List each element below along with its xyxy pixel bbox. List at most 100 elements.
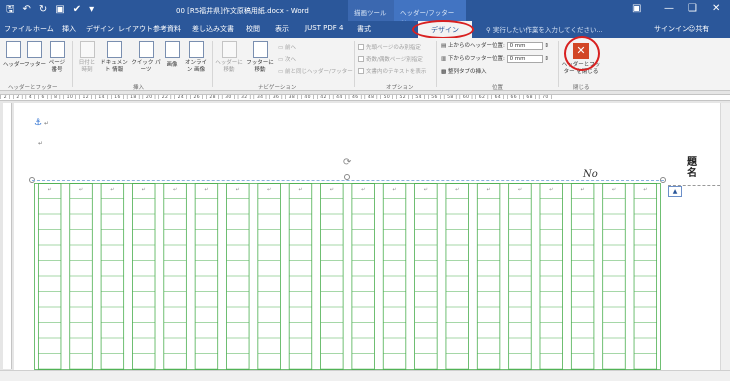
paragraph-mark: ↵	[298, 187, 302, 193]
header-button[interactable]: ヘッダー	[3, 41, 25, 68]
footer-icon	[26, 41, 42, 58]
page-number-icon	[49, 41, 65, 58]
header-tag-icon[interactable]: ▲	[668, 186, 682, 197]
group-label-options: オプション	[386, 85, 414, 91]
goto-footer-icon	[252, 41, 268, 58]
link-icon: ▭	[278, 69, 285, 75]
paragraph-mark: ↵	[330, 187, 334, 193]
vertical-scrollbar[interactable]	[720, 103, 730, 370]
tab-home[interactable]: ホーム	[33, 24, 54, 34]
grid-column	[570, 183, 595, 370]
grid-column	[37, 183, 62, 370]
grid-column	[382, 183, 407, 370]
page-number-button[interactable]: ページ 番号	[46, 41, 68, 74]
goto-header-button[interactable]: ヘッダーに 移動	[215, 41, 243, 74]
show-document-text-checkbox[interactable]: 文書内のテキストを表示	[358, 67, 426, 75]
paragraph-mark: ↵	[455, 187, 459, 193]
paragraph-mark: ↵	[44, 120, 50, 127]
tab-design[interactable]: デザイン	[86, 24, 114, 34]
group-label-close: 閉じる	[573, 85, 590, 91]
different-odd-even-checkbox[interactable]: 奇数/偶数ページ別指定	[358, 55, 423, 63]
grid-svg: ↵ ↵ ↵ ↵ ↵ ↵ ↵ ↵ ↵ ↵ ↵ ↵ ↵ ↵ ↵ ↵ ↵ ↵ ↵ ↵	[34, 183, 661, 370]
tab-file[interactable]: ファイル	[4, 24, 32, 34]
link-previous-button[interactable]: ▭ 前と同じヘッダー/フッター	[278, 67, 353, 75]
close-icon[interactable]: ✕	[712, 3, 720, 14]
minimize-icon[interactable]: —	[664, 3, 674, 14]
anchor-icon: ⚓	[34, 118, 43, 128]
online-pictures-button[interactable]: オンライン 画像	[183, 41, 209, 74]
tell-me-box[interactable]: ⚲ 実行したい作業を入力してください...	[486, 24, 603, 34]
paragraph-mark: ↵	[581, 187, 585, 193]
insert-alignment-tab-button[interactable]: ▩ 整列タブの挿入	[441, 67, 486, 75]
restore-icon[interactable]: ❑	[688, 3, 697, 14]
pictures-button[interactable]: 画像	[163, 41, 181, 68]
grid-column	[445, 183, 469, 370]
quick-access-toolbar: 🖫 ↶ ↻ ▣ ✔ ▾	[6, 4, 94, 16]
document-info-icon	[106, 41, 122, 58]
tab-mailings[interactable]: 差し込み文書	[192, 24, 234, 34]
tab-view[interactable]: 表示	[275, 24, 289, 34]
customize-qat-icon[interactable]: ▾	[89, 4, 94, 16]
quick-parts-icon	[138, 41, 154, 58]
paragraph-mark: ↵	[518, 187, 522, 193]
number-label: No	[583, 169, 598, 180]
footer-position-input[interactable]: 0 mm	[506, 54, 543, 63]
next-button[interactable]: ▭ 次へ	[278, 55, 296, 63]
share-button[interactable]: ☺共有	[688, 24, 709, 34]
paragraph-mark: ↵	[236, 187, 240, 193]
quick-parts-button[interactable]: クイック パーツ	[131, 41, 161, 74]
tab-review[interactable]: 校閲	[246, 24, 260, 34]
lightbulb-icon: ⚲	[486, 26, 493, 34]
spinner-icon[interactable]: ⇕	[544, 56, 549, 62]
spinner-icon[interactable]: ⇕	[544, 43, 549, 49]
tab-justpdf[interactable]: JUST PDF 4	[305, 24, 343, 32]
checkbox-icon	[358, 44, 364, 50]
document-info-button[interactable]: ドキュメント 情報	[99, 41, 129, 74]
header-position-icon: ▤	[441, 43, 448, 49]
paragraph-mark: ↵	[142, 187, 146, 193]
header-boundary	[32, 180, 664, 181]
date-time-button[interactable]: 日付と 時刻	[77, 41, 97, 74]
footer-position-icon: ▥	[441, 56, 448, 62]
redo-icon[interactable]: ↻	[39, 4, 47, 16]
tab-references[interactable]: 参考資料	[153, 24, 181, 34]
header-position-row: ▤ 上からのヘッダー位置: 0 mm ⇕	[441, 41, 549, 50]
goto-header-icon	[221, 41, 237, 58]
manuscript-grid[interactable]: ↵ ↵ ↵ ↵ ↵ ↵ ↵ ↵ ↵ ↵ ↵ ↵ ↵ ↵ ↵ ↵ ↵ ↵ ↵ ↵	[34, 183, 661, 370]
paragraph-mark: ↵	[173, 187, 177, 193]
grid-column	[288, 183, 313, 370]
grid-column	[132, 183, 156, 370]
print-preview-icon[interactable]: ▣	[55, 4, 64, 16]
ribbon-display-icon[interactable]: ▣	[632, 3, 641, 14]
group-label-header-footer: ヘッダーとフッター	[8, 85, 58, 91]
rotate-handle-icon[interactable]: ⟳	[343, 157, 351, 168]
checkbox-icon	[358, 68, 364, 74]
spelling-icon[interactable]: ✔	[73, 4, 81, 16]
ruler-scale: | 2 | | 2 | | 4 | | 6 | | 8 | | 10 | | 1…	[0, 94, 730, 101]
word-window: 🖫 ↶ ↻ ▣ ✔ ▾ 00 [R5福井県]作文原稿用紙.docx - Word…	[0, 0, 730, 381]
tab-layout[interactable]: レイアウト	[118, 24, 153, 34]
ribbon-tabs: ファイル ホーム 挿入 デザイン レイアウト 参考資料 差し込み文書 校閲 表示…	[0, 21, 730, 38]
different-first-page-checkbox[interactable]: 先頭ページのみ別指定	[358, 43, 421, 51]
previous-button[interactable]: ▭ 前へ	[278, 43, 296, 51]
paragraph-mark: ↵	[392, 187, 396, 193]
group-separator	[436, 41, 437, 87]
tab-format[interactable]: 書式	[357, 24, 371, 34]
grid-column	[633, 183, 658, 370]
sign-in-link[interactable]: サインイン	[654, 24, 689, 34]
grid-border	[34, 183, 661, 370]
tab-insert[interactable]: 挿入	[62, 24, 76, 34]
context-group-header-footer: ヘッダー/フッター ツール	[394, 0, 466, 27]
goto-footer-button[interactable]: フッターに 移動	[246, 41, 274, 74]
header-position-input[interactable]: 0 mm	[506, 41, 543, 50]
grid-column	[539, 183, 563, 370]
footer-button[interactable]: フッター	[24, 41, 46, 68]
paragraph-mark: ↵	[110, 187, 114, 193]
undo-icon[interactable]: ↶	[23, 4, 31, 16]
group-separator	[558, 41, 559, 87]
previous-icon: ▭	[278, 45, 285, 51]
save-icon[interactable]: 🖫	[6, 4, 15, 16]
group-label-position: 位置	[492, 85, 504, 91]
ribbon: ヘッダー フッター ページ 番号 ヘッダーとフッター 日付と 時刻 ドキュメント…	[0, 38, 730, 91]
grid-column	[476, 183, 501, 370]
